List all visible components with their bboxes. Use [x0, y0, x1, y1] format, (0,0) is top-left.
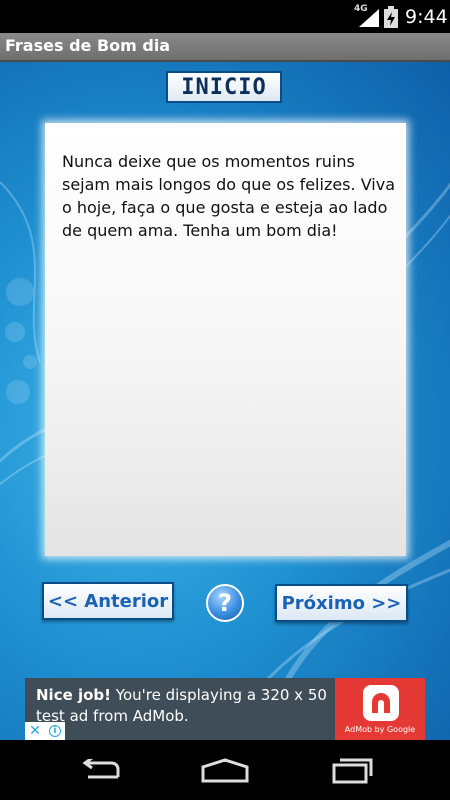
ad-banner[interactable]: Nice job! You're displaying a 320 x 50 t…: [25, 678, 425, 740]
back-icon[interactable]: [78, 759, 122, 781]
ad-text: Nice job! You're displaying a 320 x 50 t…: [36, 685, 336, 727]
quote-text: Nunca deixe que os momentos ruins sejam …: [62, 152, 395, 240]
help-button[interactable]: ?: [206, 584, 244, 622]
home-icon[interactable]: [200, 757, 250, 783]
app-title: Frases de Bom dia: [5, 36, 171, 55]
app-title-bar: Frases de Bom dia: [0, 33, 450, 62]
previous-button[interactable]: << Anterior: [42, 582, 174, 620]
clock: 9:44: [405, 6, 448, 28]
admob-logo-box: AdMob by Google: [335, 678, 425, 740]
main-content: INICIO Nunca deixe que os momentos ruins…: [0, 62, 450, 740]
admob-caption: AdMob by Google: [344, 725, 416, 734]
info-icon[interactable]: i: [48, 725, 61, 737]
signal-icon: [359, 9, 379, 27]
recent-apps-icon[interactable]: [330, 756, 374, 784]
close-icon[interactable]: ✕: [29, 723, 41, 739]
next-button[interactable]: Próximo >>: [275, 584, 408, 622]
quote-panel: Nunca deixe que os momentos ruins sejam …: [45, 123, 406, 556]
status-bar: 4G 9:44: [0, 0, 450, 33]
adchoices-badge[interactable]: ✕ i: [25, 722, 65, 740]
inicio-button[interactable]: INICIO: [166, 71, 282, 103]
admob-logo-icon: [363, 685, 399, 721]
question-mark-icon: ?: [218, 589, 232, 617]
ad-headline: Nice job!: [36, 686, 112, 704]
battery-icon: [384, 6, 398, 28]
system-nav-bar: [0, 740, 450, 800]
